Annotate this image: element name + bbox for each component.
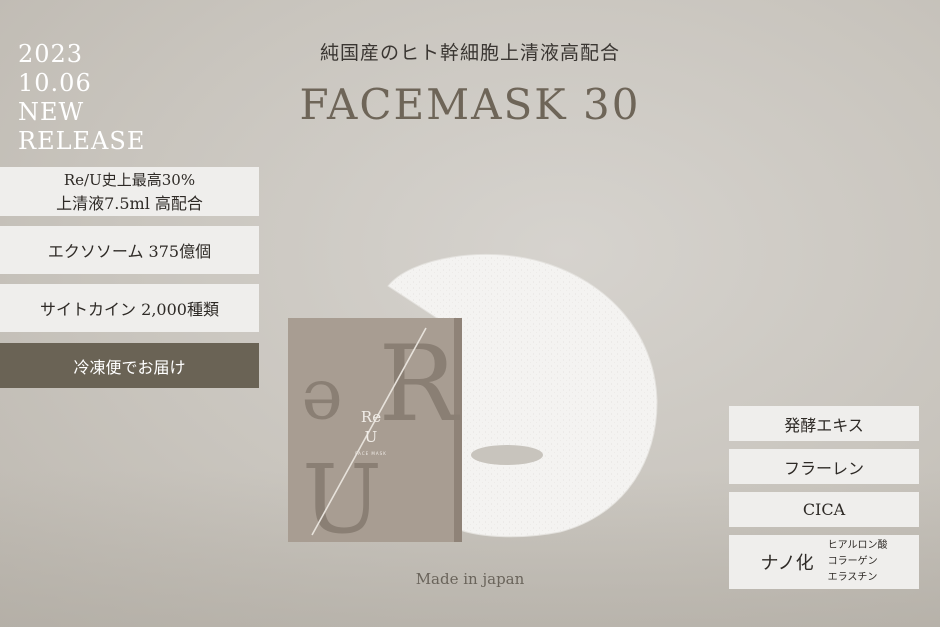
release-label: RELEASE xyxy=(18,127,146,155)
subtitle: 純国産のヒト幹細胞上清液高配合 xyxy=(319,42,620,64)
page-title: FACEMASK 30 xyxy=(299,80,641,129)
feature-box-frozen: 冷凍便でお届け xyxy=(0,343,259,388)
box-brand-top: Re xyxy=(361,408,381,426)
nano-ingredient-hyaluronic: ヒアルロン酸 xyxy=(827,540,888,551)
feature-serum-line1: Re/U史上最高30% xyxy=(63,171,196,189)
feature-box-ferment: 発酵エキス xyxy=(729,406,919,441)
feature-frozen-label: 冷凍便でお届け xyxy=(73,357,186,377)
box-letter-e: e xyxy=(301,365,342,447)
feature-serum-line2: 上清液7.5ml 高配合 xyxy=(56,194,203,213)
mask-mouth-hole xyxy=(471,445,543,465)
box-letter-u: U xyxy=(302,445,382,550)
feature-cytokine-label: サイトカイン 2,000種類 xyxy=(40,300,219,319)
nano-ingredient-collagen: コラーゲン xyxy=(827,556,878,567)
feature-exosome-label: エクソソーム 375億個 xyxy=(47,242,212,261)
feature-ferment-label: 発酵エキス xyxy=(784,415,864,435)
feature-cica-label: CICA xyxy=(802,500,846,519)
feature-box-exosome: エクソソーム 375億個 xyxy=(0,226,259,274)
feature-box-cytokine: サイトカイン 2,000種類 xyxy=(0,284,259,332)
box-sub-label: FACE MASK xyxy=(355,451,387,456)
box-brand-bottom: U xyxy=(365,428,378,446)
product-illustration: R e U Re U FACE MASK xyxy=(288,253,658,550)
feature-box-cica: CICA xyxy=(729,492,919,527)
feature-box-fullerene: フラーレン xyxy=(729,449,919,484)
feature-box-serum: Re/U史上最高30% 上清液7.5ml 高配合 xyxy=(0,167,259,216)
feature-fullerene-label: フラーレン xyxy=(783,458,864,478)
made-in-label: Made in japan xyxy=(415,570,525,588)
